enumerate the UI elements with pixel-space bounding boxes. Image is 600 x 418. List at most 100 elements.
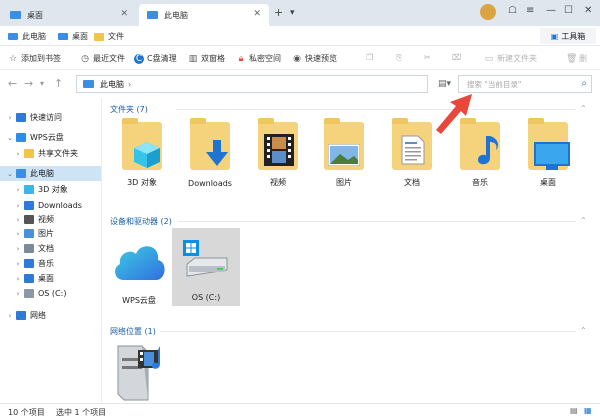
- back-arrow-icon[interactable]: ←: [8, 77, 17, 90]
- cloud-icon: [115, 246, 165, 280]
- sidebar-item-label: 网络: [30, 311, 46, 320]
- paste-icon[interactable]: ⎘: [396, 53, 402, 63]
- history-chevron-icon[interactable]: ▾: [40, 79, 44, 88]
- chevron-icon[interactable]: ›: [14, 245, 22, 253]
- bookmark-bar: 此电脑 桌面 文件: [0, 26, 600, 46]
- toolbox-button[interactable]: ▣ 工具箱: [540, 28, 596, 44]
- sidebar-item[interactable]: › OS (C:): [0, 286, 101, 301]
- breadcrumb[interactable]: 此电脑: [100, 79, 124, 90]
- sidebar-item[interactable]: › 文档: [0, 241, 101, 256]
- chevron-icon[interactable]: ›: [14, 202, 22, 210]
- device-os-drive[interactable]: OS (C:): [172, 228, 240, 306]
- group-title-folders[interactable]: 文件夹 (7): [110, 104, 148, 115]
- network-media-server[interactable]: [108, 338, 170, 402]
- folder-item[interactable]: 3D 对象: [110, 116, 174, 196]
- private-space-button[interactable]: 🔒︎ 私密空间: [236, 53, 281, 64]
- sidebar-item[interactable]: › Downloads: [0, 198, 101, 213]
- sidebar-item[interactable]: › 3D 对象: [0, 182, 101, 197]
- chevron-icon[interactable]: ›: [14, 260, 22, 268]
- group-title-devices[interactable]: 设备和驱动器 (2): [110, 216, 172, 227]
- new-folder-button[interactable]: ▭ 新建文件夹: [484, 53, 537, 64]
- menu-icon[interactable]: ≡: [526, 5, 534, 16]
- film-strip-icon: [264, 134, 294, 168]
- forward-arrow-icon[interactable]: →: [24, 77, 33, 90]
- chevron-icon[interactable]: ⌄: [6, 134, 14, 142]
- tab-this-pc[interactable]: 此电脑 ✕: [139, 4, 269, 26]
- group-title-network[interactable]: 网络位置 (1): [110, 326, 156, 337]
- search-icon[interactable]: ⌕: [581, 78, 587, 89]
- command-label: C盘清理: [147, 54, 177, 63]
- red-arrow-annotation: [436, 94, 472, 134]
- maximize-icon[interactable]: ☐: [564, 5, 573, 16]
- chevron-icon[interactable]: ›: [14, 275, 22, 283]
- chevron-icon[interactable]: ›: [14, 186, 22, 194]
- sidebar-item-label: 文档: [38, 244, 54, 253]
- chevron-icon[interactable]: ›: [6, 312, 14, 320]
- new-tab-icon[interactable]: +: [274, 6, 283, 19]
- add-bookmark-button[interactable]: ☆ 添加到书签: [8, 53, 61, 64]
- item-label: OS (C:): [191, 293, 221, 302]
- folder-item[interactable]: 图片: [312, 116, 376, 196]
- collapse-chevron-icon[interactable]: ⌃: [580, 216, 587, 225]
- address-row: ← → ▾ ↑ 此电脑 › ▤▾ 搜索 "当前目录" ⌕: [0, 70, 600, 98]
- chevron-icon[interactable]: ›: [6, 114, 14, 122]
- sidebar-item[interactable]: › 共享文件夹: [0, 146, 101, 161]
- close-icon[interactable]: ✕: [120, 9, 128, 19]
- bookmark-label: 此电脑: [22, 32, 46, 41]
- sidebar-item-label: 音乐: [38, 259, 54, 268]
- view-mode-icon[interactable]: ▤▾: [438, 79, 451, 89]
- quick-preview-button[interactable]: ◉ 快速预览: [292, 53, 337, 64]
- sidebar-item[interactable]: › 视频: [0, 212, 101, 227]
- search-input[interactable]: 搜索 "当前目录" ⌕: [458, 75, 592, 93]
- sidebar-item[interactable]: › 图片: [0, 226, 101, 241]
- avatar[interactable]: [480, 4, 496, 20]
- folder-item[interactable]: 视频: [246, 116, 310, 196]
- item-label: WPS云盘: [122, 296, 156, 305]
- download-arrow-icon: [204, 138, 230, 170]
- close-icon[interactable]: ✕: [253, 9, 261, 19]
- large-icons-view-icon[interactable]: ▦: [584, 406, 592, 415]
- collapse-chevron-icon[interactable]: ⌃: [580, 326, 587, 335]
- cut-icon[interactable]: ✂: [424, 53, 431, 62]
- bookmark-desktop[interactable]: 桌面: [58, 31, 88, 42]
- bookmark-files[interactable]: 文件: [94, 31, 124, 42]
- cube-3d-icon: [132, 140, 162, 172]
- sidebar-item[interactable]: › 桌面: [0, 271, 101, 286]
- device-wps-cloud[interactable]: WPS云盘: [108, 230, 170, 306]
- delete-button[interactable]: 🗑︎ 删: [566, 53, 587, 64]
- skin-icon[interactable]: ☖: [508, 5, 517, 16]
- sidebar-item-label: 桌面: [38, 274, 54, 283]
- folder-item[interactable]: Downloads: [178, 116, 242, 196]
- bookmark-this-pc[interactable]: 此电脑: [8, 31, 46, 42]
- chevron-icon[interactable]: ›: [14, 230, 22, 238]
- c-drive-clean-button[interactable]: C C盘清理: [134, 53, 177, 64]
- chevron-right-icon[interactable]: ›: [128, 80, 131, 89]
- dual-pane-button[interactable]: ▥ 双窗格: [188, 53, 225, 64]
- up-arrow-icon[interactable]: ↑: [54, 77, 63, 90]
- window-close-icon[interactable]: ✕: [584, 5, 592, 16]
- sidebar-item[interactable]: ⌄ WPS云盘: [0, 130, 101, 145]
- monitor-icon: [83, 80, 94, 88]
- rename-icon[interactable]: ⌧: [452, 53, 461, 62]
- sidebar-item-label: Downloads: [38, 201, 82, 210]
- copy-icon[interactable]: ❐: [366, 53, 373, 62]
- address-bar[interactable]: 此电脑 ›: [76, 75, 428, 93]
- chevron-icon[interactable]: ⌄: [6, 170, 14, 178]
- sidebar-item[interactable]: ⌄ 此电脑: [0, 166, 101, 181]
- tab-desktop[interactable]: 桌面 ✕: [2, 4, 136, 26]
- recent-files-button[interactable]: ◷ 最近文件: [80, 53, 125, 64]
- chevron-icon[interactable]: ›: [14, 216, 22, 224]
- chevron-icon[interactable]: ›: [14, 290, 22, 298]
- sidebar-item[interactable]: › 网络: [0, 308, 101, 323]
- item-label: 3D 对象: [127, 178, 157, 187]
- minimize-icon[interactable]: —: [546, 5, 556, 16]
- chevron-icon[interactable]: ›: [14, 150, 22, 158]
- collapse-chevron-icon[interactable]: ⌃: [580, 104, 587, 113]
- tab-list-chevron-icon[interactable]: ▾: [290, 8, 295, 18]
- sidebar-item[interactable]: › 快速访问: [0, 110, 101, 125]
- folder-item[interactable]: 桌面: [516, 116, 580, 196]
- details-view-icon[interactable]: ▤: [570, 406, 578, 415]
- bookmark-label: 文件: [108, 32, 124, 41]
- sidebar: › 快速访问 ⌄ WPS云盘 › 共享文件夹 ⌄ 此电脑 › 3D 对象 › Downloads › 视频…: [0, 98, 102, 403]
- sidebar-item[interactable]: › 音乐: [0, 256, 101, 271]
